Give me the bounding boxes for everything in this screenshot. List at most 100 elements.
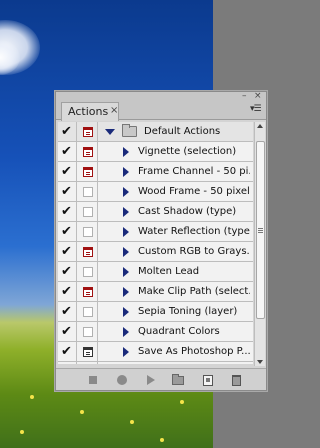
dialog-toggle-icon[interactable] (83, 167, 93, 177)
expand-arrow-icon[interactable] (123, 327, 129, 337)
expand-arrow-icon[interactable] (123, 227, 129, 237)
action-label: Make Clip Path (select... (138, 286, 250, 297)
trash-icon[interactable] (232, 375, 241, 386)
scrollbar-thumb[interactable] (256, 141, 265, 319)
checkmark-icon[interactable]: ✔ (61, 182, 72, 201)
toggle-dialog-cell[interactable] (78, 162, 98, 181)
toggle-dialog-cell[interactable] (78, 342, 98, 361)
action-row[interactable]: ✔ Quadrant Colors (58, 322, 253, 342)
action-label: Save As Photoshop P... (138, 346, 250, 357)
flower (180, 400, 184, 404)
dialog-toggle-icon[interactable] (83, 267, 93, 277)
action-set-row[interactable]: ✔ Default Actions (58, 122, 253, 142)
scrollbar[interactable] (254, 122, 265, 366)
toggle-item-cell[interactable]: ✔ (58, 322, 77, 341)
scroll-up-arrow-icon[interactable] (257, 124, 263, 128)
actions-panel: – × Actions × ▾☰ ✔ Default Actions ✔ Vign… (55, 91, 267, 391)
toggle-item-cell[interactable]: ✔ (58, 282, 77, 301)
toggle-item-cell[interactable]: ✔ (58, 342, 77, 361)
dialog-toggle-icon[interactable] (83, 207, 93, 217)
checkmark-icon[interactable]: ✔ (61, 162, 72, 181)
toggle-dialog-cell[interactable] (78, 302, 98, 321)
expand-arrow-icon[interactable] (105, 129, 115, 135)
checkmark-icon[interactable]: ✔ (61, 142, 72, 161)
expand-arrow-icon[interactable] (123, 307, 129, 317)
action-row[interactable]: ✔ Frame Channel - 50 pi... (58, 162, 253, 182)
toggle-dialog-cell[interactable] (78, 122, 98, 141)
checkmark-icon[interactable]: ✔ (61, 222, 72, 241)
expand-arrow-icon[interactable] (123, 207, 129, 217)
toggle-item-cell[interactable]: ✔ (58, 162, 77, 181)
flower (80, 410, 84, 414)
expand-arrow-icon[interactable] (123, 167, 129, 177)
action-row[interactable]: ✔ Water Reflection (type) (58, 222, 253, 242)
toggle-item-cell[interactable]: ✔ (58, 182, 77, 201)
action-label: Custom RGB to Grays... (138, 246, 250, 257)
play-icon[interactable] (147, 375, 155, 385)
toggle-item-cell[interactable]: ✔ (58, 362, 77, 364)
new-action-icon[interactable] (203, 375, 213, 386)
panel-tab-row: Actions × ▾☰ (56, 100, 266, 121)
toggle-dialog-cell[interactable] (78, 182, 98, 201)
action-row[interactable]: ✔ Save As Photoshop P... (58, 342, 253, 362)
toggle-dialog-cell[interactable] (78, 262, 98, 281)
action-row[interactable]: ✔ Vignette (selection) (58, 142, 253, 162)
expand-arrow-icon[interactable] (123, 247, 129, 257)
checkmark-icon[interactable]: ✔ (61, 282, 72, 301)
toggle-item-cell[interactable]: ✔ (58, 262, 77, 281)
toggle-dialog-cell[interactable] (78, 282, 98, 301)
toggle-dialog-cell[interactable] (78, 142, 98, 161)
dialog-toggle-icon[interactable] (83, 147, 93, 157)
tab-actions[interactable]: Actions × (61, 102, 119, 121)
stop-icon[interactable] (89, 376, 97, 384)
action-row[interactable]: ✔Gradient Map (58, 362, 253, 364)
panel-menu-icon[interactable]: ▾☰ (250, 104, 262, 114)
toggle-dialog-cell[interactable] (78, 222, 98, 241)
toggle-item-cell[interactable]: ✔ (58, 242, 77, 261)
checkmark-icon[interactable]: ✔ (61, 122, 72, 141)
toggle-dialog-cell[interactable] (78, 202, 98, 221)
dialog-toggle-icon[interactable] (83, 127, 93, 137)
action-row[interactable]: ✔ Cast Shadow (type) (58, 202, 253, 222)
checkmark-icon[interactable]: ✔ (61, 202, 72, 221)
action-row[interactable]: ✔ Custom RGB to Grays... (58, 242, 253, 262)
dialog-toggle-icon[interactable] (83, 327, 93, 337)
checkmark-icon[interactable]: ✔ (61, 262, 72, 281)
scroll-down-arrow-icon[interactable] (257, 360, 263, 364)
toggle-item-cell[interactable]: ✔ (58, 202, 77, 221)
dialog-toggle-icon[interactable] (83, 227, 93, 237)
action-set-label: Default Actions (144, 126, 221, 137)
expand-arrow-icon[interactable] (123, 147, 129, 157)
action-row[interactable]: ✔ Wood Frame - 50 pixel (58, 182, 253, 202)
toggle-dialog-cell[interactable] (78, 362, 98, 364)
expand-arrow-icon[interactable] (123, 267, 129, 277)
toggle-item-cell[interactable]: ✔ (58, 222, 77, 241)
checkmark-icon[interactable]: ✔ (61, 302, 72, 321)
expand-arrow-icon[interactable] (123, 347, 129, 357)
action-row[interactable]: ✔ Sepia Toning (layer) (58, 302, 253, 322)
checkmark-icon[interactable]: ✔ (61, 322, 72, 341)
toggle-item-cell[interactable]: ✔ (58, 142, 77, 161)
panel-titlebar[interactable]: – × (56, 92, 266, 101)
toggle-dialog-cell[interactable] (78, 242, 98, 261)
record-icon[interactable] (117, 375, 127, 385)
expand-arrow-icon[interactable] (123, 287, 129, 297)
toggle-item-cell[interactable]: ✔ (58, 302, 77, 321)
dialog-toggle-icon[interactable] (83, 287, 93, 297)
new-set-icon[interactable] (172, 374, 184, 385)
expand-arrow-icon[interactable] (123, 187, 129, 197)
tab-close-icon[interactable]: × (110, 105, 118, 116)
dialog-toggle-icon[interactable] (83, 347, 93, 357)
checkmark-icon[interactable]: ✔ (61, 342, 72, 361)
dialog-toggle-icon[interactable] (83, 187, 93, 197)
checkmark-icon[interactable]: ✔ (61, 362, 72, 364)
dialog-toggle-icon[interactable] (83, 247, 93, 257)
toggle-item-cell[interactable]: ✔ (58, 122, 77, 141)
dialog-toggle-icon[interactable] (83, 307, 93, 317)
checkmark-icon[interactable]: ✔ (61, 242, 72, 261)
actions-list: ✔ Default Actions ✔ Vignette (selection) ✔… (58, 122, 253, 364)
flower (130, 420, 134, 424)
action-row[interactable]: ✔ Make Clip Path (select... (58, 282, 253, 302)
action-row[interactable]: ✔ Molten Lead (58, 262, 253, 282)
toggle-dialog-cell[interactable] (78, 322, 98, 341)
